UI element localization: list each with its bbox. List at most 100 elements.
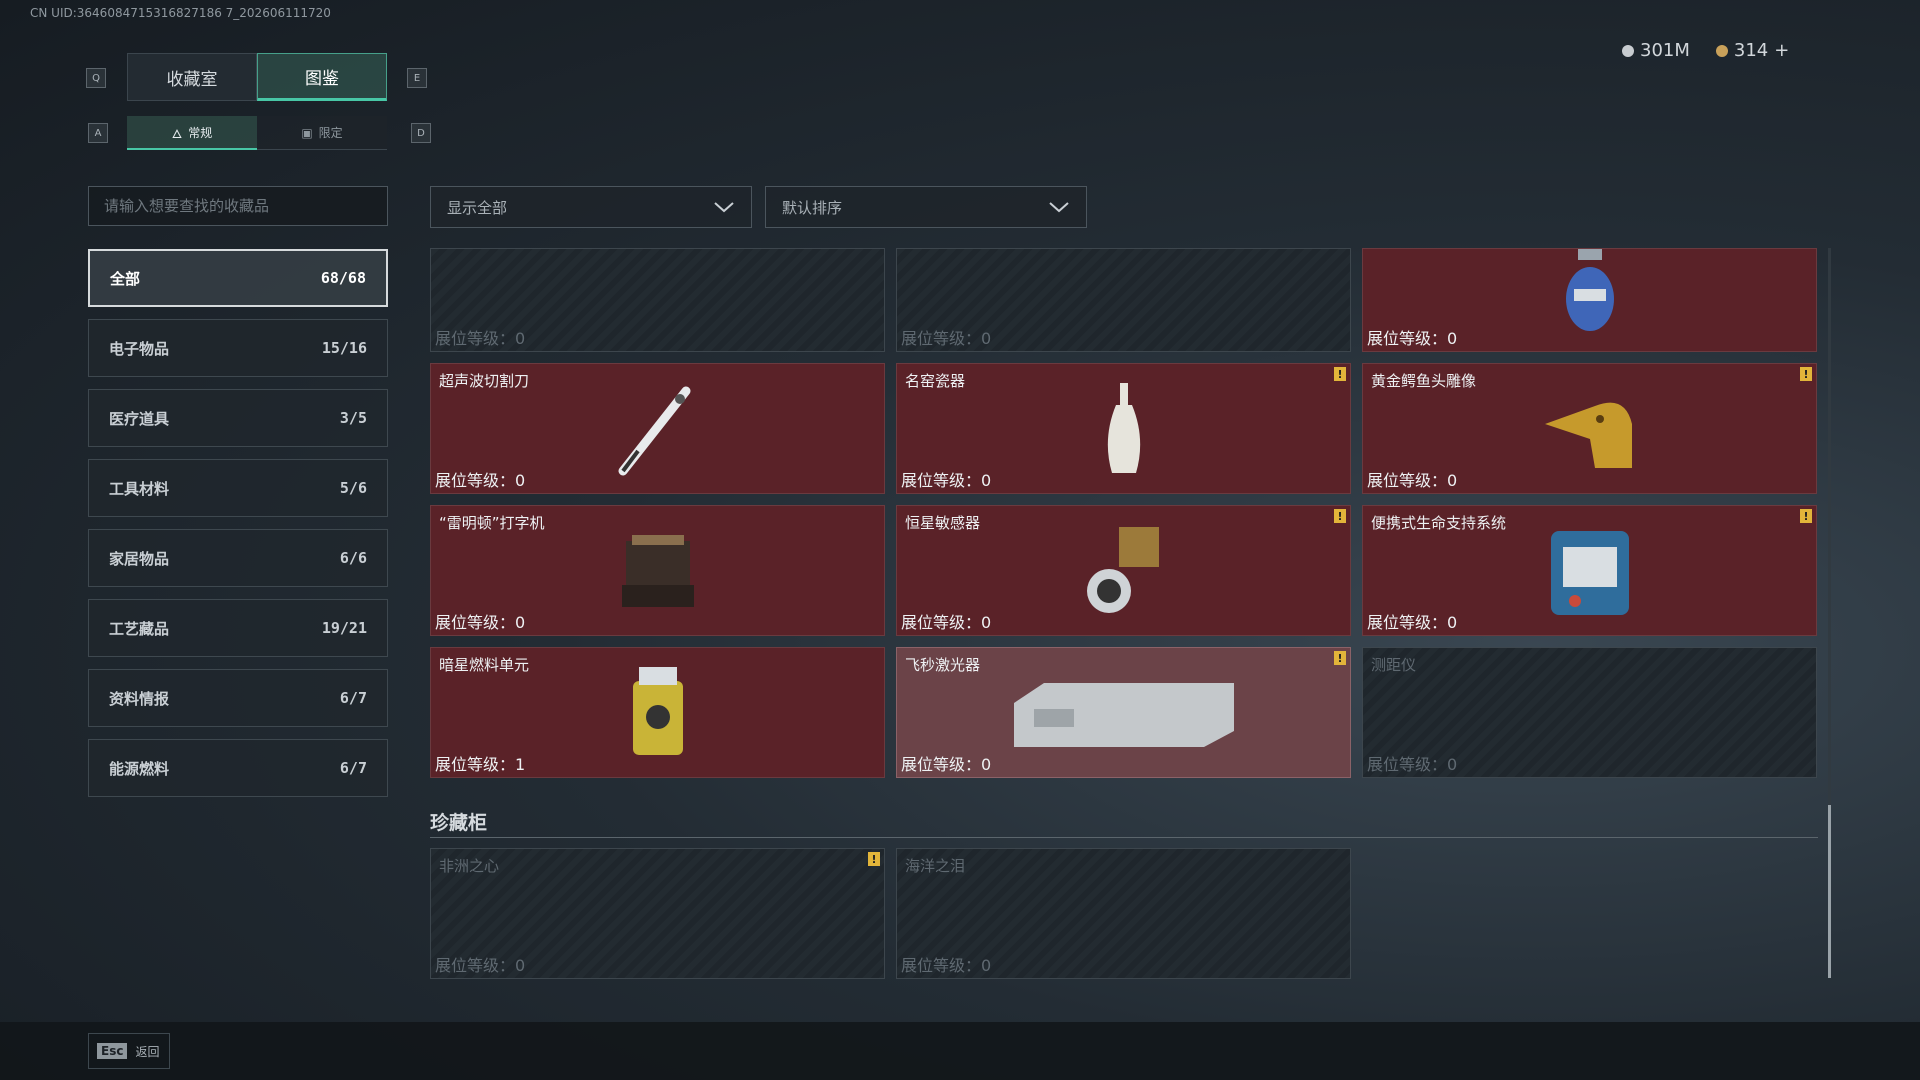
collectible-card[interactable]: 展位等级：0 [430,248,885,352]
show-filter-value: 显示全部 [447,198,508,217]
item-name: 恒星敏感器 [905,514,981,532]
silver-currency: 301M [1622,40,1690,61]
booth-level: 展位等级：1 [435,755,526,774]
ultrasonic-cutter-icon [618,386,690,475]
back-button[interactable]: Esc 返回 [88,1033,170,1069]
booth-level: 展位等级：0 [1367,613,1458,632]
silver-coin-icon [1622,44,1634,57]
collectible-card[interactable]: ! 黄金鳄鱼头雕像 展位等级：0 [1362,363,1817,494]
collectible-card[interactable]: 测距仪 展位等级：0 [1362,647,1817,778]
back-label: 返回 [135,1044,160,1059]
fuel-cell-icon [632,666,683,755]
category-count: 68/68 [320,269,366,287]
gold-coin-icon [1715,44,1728,57]
booth-level: 展位等级：0 [901,471,992,490]
booth-level: 展位等级：0 [435,956,526,975]
category-label: 工艺藏品 [109,619,170,638]
subtab-next-key[interactable]: D [411,123,431,143]
category-label: 资料情报 [109,689,170,708]
currency-bar: 301M 314 + [1622,40,1789,61]
category-medical[interactable]: 医疗道具 3/5 [88,389,388,447]
collectible-card[interactable]: “雷明顿”打字机 展位等级：0 [430,505,885,636]
collectible-card[interactable]: ! 名窑瓷器 展位等级：0 [896,363,1351,494]
add-currency-button[interactable]: + [1774,40,1789,61]
chevron-down-icon [714,202,734,213]
item-name: 飞秒激光器 [905,656,981,674]
tab-catalog[interactable]: 图鉴 [257,53,387,101]
porcelain-vase-icon [1107,382,1140,473]
category-label: 医疗道具 [109,409,170,428]
gas-canister-icon [1565,249,1614,331]
booth-level: 展位等级：0 [1367,755,1458,774]
category-count: 6/7 [339,689,367,707]
golden-crocodile-head-icon [1544,402,1632,468]
item-name: 非洲之心 [439,857,500,875]
item-name: 便携式生命支持系统 [1371,514,1507,532]
sort-dropdown[interactable]: 默认排序 [765,186,1087,228]
category-count: 19/21 [321,619,367,637]
category-all[interactable]: 全部 68/68 [88,249,388,307]
alert-icon: ! [1334,651,1346,665]
search-input[interactable] [88,186,388,226]
gold-currency: 314 + [1715,40,1789,61]
category-electronics[interactable]: 电子物品 15/16 [88,319,388,377]
cabinet-card[interactable]: 海洋之泪 展位等级：0 [896,848,1351,979]
category-count: 3/5 [339,409,367,427]
category-tools[interactable]: 工具材料 5/6 [88,459,388,517]
life-support-system-icon [1550,530,1629,615]
booth-level: 展位等级：0 [901,956,992,975]
subtab-limited[interactable]: ▣ 限定 [257,116,387,150]
tab-prev-key[interactable]: Q [86,68,106,88]
scrollbar-thumb[interactable] [1828,805,1831,978]
booth-level: 展位等级：0 [435,471,526,490]
typewriter-icon [621,534,694,607]
category-label: 能源燃料 [109,759,170,778]
cabinet-card[interactable]: ! 非洲之心 展位等级：0 [430,848,885,979]
esc-key-label: Esc [97,1043,128,1059]
category-label: 电子物品 [109,339,170,358]
booth-level: 展位等级：0 [435,329,526,348]
item-name: 暗星燃料单元 [439,656,530,674]
silver-amount: 301M [1640,40,1690,61]
alert-icon: ! [1800,367,1812,381]
collectible-card[interactable]: 超声波切割刀 展位等级：0 [430,363,885,494]
collectible-card[interactable]: 展位等级：0 [1362,248,1817,352]
category-household[interactable]: 家居物品 6/6 [88,529,388,587]
booth-level: 展位等级：0 [435,613,526,632]
category-energy[interactable]: 能源燃料 6/7 [88,739,388,797]
item-name: 测距仪 [1371,656,1417,674]
category-intel[interactable]: 资料情报 6/7 [88,669,388,727]
image-icon: ▣ [301,125,313,140]
booth-level: 展位等级：0 [901,755,992,774]
show-filter-dropdown[interactable]: 显示全部 [430,186,752,228]
collectible-card[interactable]: ! 便携式生命支持系统 展位等级：0 [1362,505,1817,636]
uid-label: CN UID:3646084715316827186 7_20260611172… [30,6,331,20]
alert-icon: ! [1800,509,1812,523]
collectible-card[interactable]: 暗星燃料单元 展位等级：1 [430,647,885,778]
item-name: 名窑瓷器 [905,372,966,390]
main-tabbar: 收藏室 图鉴 [127,53,387,101]
alert-icon: ! [1334,367,1346,381]
tab-next-key[interactable]: E [407,68,427,88]
subtab-regular[interactable]: 🜂 常规 [127,116,257,150]
collectible-card[interactable]: ! 飞秒激光器 展位等级：0 [896,647,1351,778]
booth-level: 展位等级：0 [901,613,992,632]
subtab-limited-label: 限定 [318,126,343,140]
section-divider [430,837,1818,838]
collectible-card[interactable]: 展位等级：0 [896,248,1351,352]
bottom-bar [0,1022,1920,1080]
category-label: 工具材料 [109,479,170,498]
category-crafts[interactable]: 工艺藏品 19/21 [88,599,388,657]
booth-level: 展位等级：0 [1367,329,1458,348]
cabinet-section-title: 珍藏柜 [430,812,488,834]
alert-icon: ! [1334,509,1346,523]
tab-collection-room[interactable]: 收藏室 [127,53,257,101]
gold-amount: 314 [1733,40,1769,61]
item-name: 黄金鳄鱼头雕像 [1371,372,1477,390]
collectible-card[interactable]: ! 恒星敏感器 展位等级：0 [896,505,1351,636]
sort-value: 默认排序 [782,198,843,217]
subtab-regular-label: 常规 [188,125,213,140]
subtab-prev-key[interactable]: A [88,123,108,143]
booth-level: 展位等级：0 [901,329,992,348]
item-name: 超声波切割刀 [439,372,530,390]
